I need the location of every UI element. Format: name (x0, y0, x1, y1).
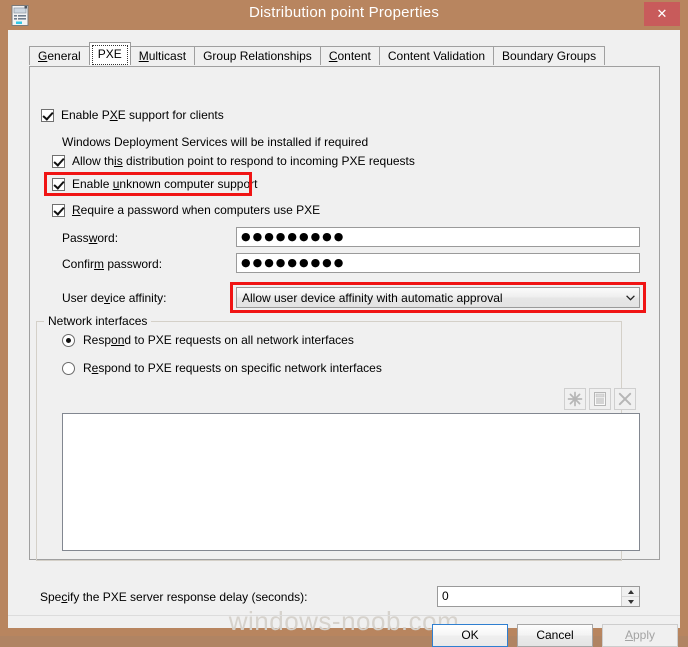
network-interfaces-listbox[interactable] (62, 413, 640, 551)
password-input[interactable]: ●●●●●●●●● (236, 227, 640, 247)
checkbox-enable-unknown-computer-support-label: Enable unknown computer support (72, 177, 258, 191)
window-title: Distribution point Properties (248, 4, 440, 21)
pxe-response-delay-spinner[interactable]: 0 (437, 586, 640, 607)
confirm-password-value: ●●●●●●●●● (241, 256, 346, 269)
tab-group-relationships[interactable]: Group Relationships (194, 46, 321, 65)
confirm-password-input[interactable]: ●●●●●●●●● (236, 253, 640, 273)
tab-content[interactable]: Content (319, 46, 380, 65)
checkbox-enable-unknown-computer-support[interactable]: Enable unknown computer support (52, 177, 257, 191)
checkbox-enable-pxe-support-box (41, 108, 54, 122)
confirm-password-label: Confirm password: (62, 257, 163, 271)
user-device-affinity-selected-value: Allow user device affinity with automati… (242, 290, 503, 305)
chevron-down-icon (621, 288, 639, 307)
new-interface-button[interactable] (564, 388, 586, 410)
checkbox-enable-unknown-computer-support-box (52, 177, 65, 191)
dialog-window: Distribution point Properties ✕ General … (0, 0, 688, 647)
tab-boundary-groups[interactable]: Boundary Groups (493, 46, 606, 65)
caret-down-icon (627, 599, 634, 604)
user-device-affinity-label: User device affinity: (62, 291, 167, 305)
tab-group-relationships-label: Group Relationships (203, 49, 312, 63)
radio-respond-all-interfaces-label: Respond to PXE requests on all network i… (83, 333, 354, 347)
tab-general-label: General (38, 49, 81, 63)
title-bar: Distribution point Properties ✕ (0, 0, 688, 30)
tab-strip: General PXE Multicast Group Relationship… (29, 42, 606, 65)
close-icon: ✕ (656, 6, 668, 21)
wds-install-note: Windows Deployment Services will be inst… (62, 135, 369, 149)
close-button[interactable]: ✕ (644, 2, 680, 26)
tab-focus-ring (91, 45, 128, 65)
tab-multicast[interactable]: Multicast (129, 46, 196, 65)
dialog-client-area: General PXE Multicast Group Relationship… (8, 30, 680, 647)
checkbox-enable-pxe-support-label: Enable PXE support for clients (61, 108, 224, 122)
delete-interface-button[interactable] (614, 388, 636, 410)
tab-pxe[interactable]: PXE (88, 42, 131, 65)
checkbox-require-password[interactable]: Require a password when computers use PX… (52, 203, 320, 217)
tab-content-label: Content (328, 49, 371, 63)
tab-content-validation[interactable]: Content Validation (378, 46, 495, 65)
user-device-affinity-combobox[interactable]: Allow user device affinity with automati… (236, 287, 640, 308)
checkbox-allow-respond-incoming-pxe-box (52, 154, 65, 168)
radio-respond-specific-interfaces-button (62, 361, 75, 375)
radio-respond-specific-interfaces[interactable]: Respond to PXE requests on specific netw… (62, 361, 382, 375)
radio-respond-all-interfaces-button (62, 333, 75, 347)
radio-respond-specific-interfaces-label: Respond to PXE requests on specific netw… (83, 361, 382, 375)
footer-separator (8, 615, 680, 616)
checkbox-allow-respond-incoming-pxe-label: Allow this distribution point to respond… (72, 154, 415, 168)
spinner-arrows (621, 587, 639, 606)
tab-content-validation-label: Content Validation (387, 49, 486, 63)
tab-general[interactable]: General (29, 46, 90, 65)
checkbox-enable-pxe-support[interactable]: Enable PXE support for clients (41, 108, 224, 122)
spinner-down-button[interactable] (622, 597, 639, 606)
checkbox-require-password-box (52, 203, 65, 217)
interface-toolbar (564, 388, 636, 410)
pxe-response-delay-label: Specify the PXE server response delay (s… (40, 590, 308, 604)
caret-up-icon (627, 589, 634, 594)
pxe-response-delay-value: 0 (442, 589, 449, 603)
interface-properties-button[interactable] (589, 388, 611, 410)
spinner-up-button[interactable] (622, 587, 639, 597)
password-label: Password: (62, 231, 119, 245)
radio-respond-all-interfaces[interactable]: Respond to PXE requests on all network i… (62, 333, 354, 347)
tab-boundary-groups-label: Boundary Groups (502, 49, 597, 63)
tab-multicast-label: Multicast (138, 49, 187, 63)
checkbox-require-password-label: Require a password when computers use PX… (72, 203, 321, 217)
password-value: ●●●●●●●●● (241, 230, 346, 243)
checkbox-allow-respond-incoming-pxe[interactable]: Allow this distribution point to respond… (52, 154, 415, 168)
network-interfaces-legend: Network interfaces (44, 314, 152, 328)
